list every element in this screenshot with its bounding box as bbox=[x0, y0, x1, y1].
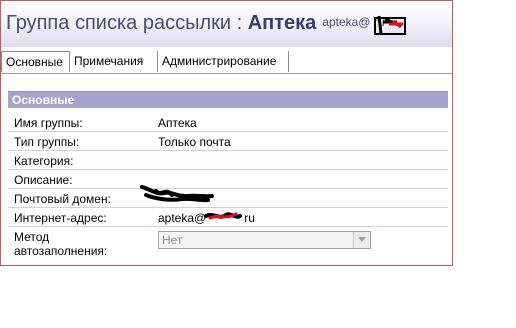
redaction-scribble-icon bbox=[204, 212, 242, 220]
section-header: Основные bbox=[8, 91, 448, 108]
tab-notes[interactable]: Примечания bbox=[70, 51, 158, 72]
chevron-down-icon[interactable] bbox=[353, 232, 370, 248]
redaction-scribble-icon bbox=[374, 15, 406, 35]
field-row-internet-address: Интернет-адрес: apteka@ ru bbox=[8, 208, 448, 227]
tab-general[interactable]: Основные bbox=[1, 51, 70, 72]
field-row-group-type: Тип группы: Только почта bbox=[8, 132, 448, 151]
field-row-autofill: Метод автозаполнения: Нет bbox=[8, 227, 448, 259]
group-type-label: Тип группы: bbox=[14, 135, 80, 149]
description-label: Описание: bbox=[14, 173, 73, 187]
autofill-label-line2: автозаполнения: bbox=[14, 244, 108, 258]
group-name-label: Имя группы: bbox=[14, 116, 83, 130]
category-label: Категория: bbox=[14, 154, 74, 168]
field-row-category: Категория: bbox=[8, 151, 448, 170]
autofill-label-line1: Метод bbox=[14, 230, 50, 244]
field-row-group-name: Имя группы: Аптека bbox=[8, 113, 448, 132]
decorative-dot bbox=[310, 12, 314, 16]
header: Группа списка рассылки : Аптека apteka@ r… bbox=[1, 1, 452, 47]
title-prefix: Группа списка рассылки : bbox=[6, 12, 248, 34]
document-window: Группа списка рассылки : Аптека apteka@ r… bbox=[0, 0, 453, 266]
group-name-value: Аптека bbox=[158, 116, 197, 130]
group-name: Аптека bbox=[247, 12, 317, 34]
tab-bar: Основные Примечания Администрирование bbox=[1, 51, 452, 74]
redaction-scribble-icon bbox=[140, 185, 214, 203]
tab-administration[interactable]: Администрирование bbox=[158, 51, 289, 72]
field-row-mail-domain: Почтовый домен: bbox=[8, 185, 448, 208]
autofill-selected-value: Нет bbox=[162, 233, 183, 247]
page-title: Группа списка рассылки : Аптека apteka@ r… bbox=[6, 12, 385, 35]
field-row-description: Описание: bbox=[8, 170, 448, 189]
autofill-select[interactable]: Нет bbox=[158, 231, 371, 249]
group-type-value: Только почта bbox=[158, 135, 231, 149]
internet-address-label: Интернет-адрес: bbox=[14, 211, 107, 225]
mail-domain-label: Почтовый домен: bbox=[14, 192, 111, 206]
